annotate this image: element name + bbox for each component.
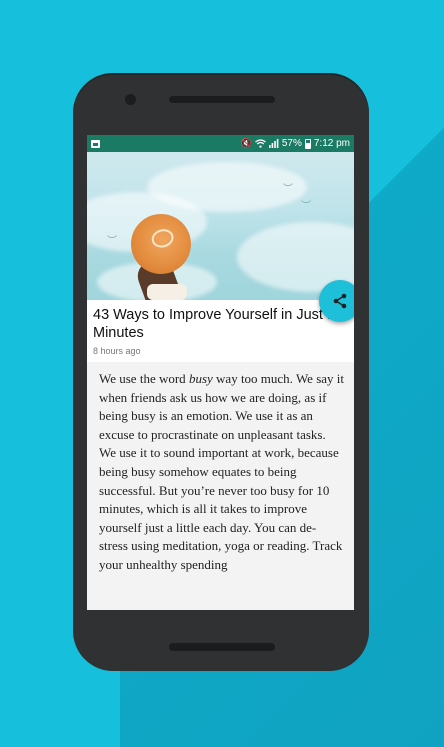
share-button[interactable]: [319, 280, 354, 322]
bird-icon: ︶: [283, 184, 293, 195]
signal-icon: [268, 139, 279, 148]
image-icon: [91, 139, 100, 148]
front-camera: [125, 94, 136, 105]
battery-percent: 57%: [281, 138, 302, 149]
bird-icon: ︶: [107, 236, 117, 247]
phone-frame: 🔇 57% 7:12 pm ︶ ︶ ︶ 43 Ways to Improve Y…: [73, 73, 369, 671]
article-title: 43 Ways to Improve Yourself in Just 10 M…: [93, 307, 344, 341]
article-body: We use the word busy way too much. We sa…: [99, 371, 344, 572]
bird-icon: ︶: [301, 201, 311, 212]
mute-icon: 🔇: [240, 138, 252, 148]
article-body-container[interactable]: We use the word busy way too much. We sa…: [87, 362, 354, 610]
phone-screen: 🔇 57% 7:12 pm ︶ ︶ ︶ 43 Ways to Improve Y…: [87, 135, 354, 610]
article-timestamp: 8 hours ago: [93, 346, 141, 356]
share-icon: [333, 293, 347, 309]
top-speaker: [169, 96, 275, 103]
battery-icon: [304, 138, 311, 149]
article-hero-image: ︶ ︶ ︶: [87, 152, 354, 300]
bottom-speaker: [169, 643, 275, 651]
article-content: 43 Ways to Improve Yourself in Just 10 M…: [87, 300, 354, 610]
emphasis-word: busy: [188, 371, 213, 386]
status-time: 7:12 pm: [313, 138, 350, 149]
wifi-icon: [254, 139, 266, 148]
status-bar: 🔇 57% 7:12 pm: [87, 135, 354, 152]
